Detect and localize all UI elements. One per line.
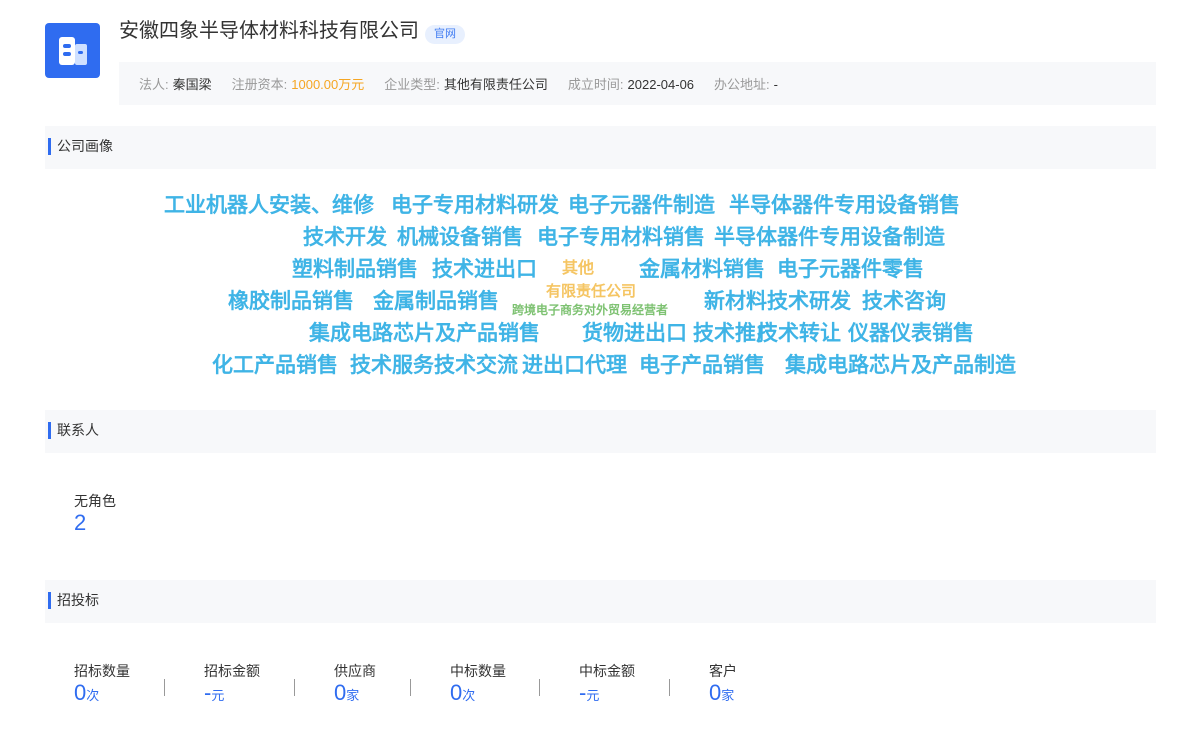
stat-value[interactable]: 0次	[74, 680, 130, 709]
word-cloud-tag: 技术咨询	[862, 289, 946, 313]
bidding-stat-win-amount: 中标金额 -元	[579, 662, 635, 709]
stat-divider	[539, 679, 540, 696]
stat-label: 中标数量	[450, 663, 506, 679]
stat-divider	[164, 679, 165, 696]
info-label: 成立时间:	[567, 77, 624, 92]
info-established-date: 成立时间: 2022-04-06	[568, 74, 694, 93]
word-cloud-tag: 半导体器件专用设备制造	[714, 225, 945, 249]
info-company-type: 企业类型: 其他有限责任公司	[384, 74, 548, 93]
word-cloud-tag: 电子产品销售	[639, 353, 765, 377]
section-title: 公司画像	[57, 138, 113, 154]
section-title: 招投标	[57, 592, 99, 608]
section-header-bidding: 招投标	[45, 580, 1156, 623]
stat-value[interactable]: 0次	[450, 680, 506, 709]
word-cloud-tag: 化工产品销售	[212, 353, 338, 377]
bidding-stat-tender-amount: 招标金额 -元	[204, 662, 260, 709]
word-cloud-tag: 有限责任公司	[546, 282, 637, 300]
word-cloud-tag: 技术转让	[757, 321, 841, 345]
stat-unit: 次	[462, 688, 476, 703]
official-site-badge[interactable]: 官网	[425, 25, 465, 44]
stat-label: 供应商	[334, 663, 376, 679]
bidding-stat-tender-count: 招标数量 0次	[74, 662, 130, 709]
company-info-bar: 法人: 秦国梁 注册资本: 1000.00万元 企业类型: 其他有限责任公司 成立时间…	[119, 62, 1156, 105]
company-logo	[45, 23, 100, 78]
section-header-contacts: 联系人	[45, 410, 1156, 453]
stat-unit: 家	[721, 688, 735, 703]
info-label: 法人:	[139, 77, 169, 92]
word-cloud-tag: 电子专用材料研发	[391, 193, 559, 217]
info-label: 注册资本:	[231, 77, 288, 92]
word-cloud-tag: 仪器仪表销售	[848, 321, 974, 345]
word-cloud-tag: 其他	[562, 258, 595, 277]
word-cloud-tag: 金属材料销售	[639, 257, 765, 281]
contacts-stat: 无角色 2	[74, 492, 116, 536]
word-cloud-tag: 进出口代理	[522, 353, 627, 377]
section-accent-bar	[48, 422, 51, 439]
word-cloud-tag: 技术交流	[434, 353, 518, 377]
word-cloud-tag: 集成电路芯片及产品销售	[309, 321, 540, 345]
stat-divider	[294, 679, 295, 696]
stat-label: 招标金额	[204, 663, 260, 679]
company-name: 安徽四象半导体材料科技有限公司	[119, 20, 419, 42]
word-cloud-tag: 集成电路芯片及产品制造	[785, 353, 1016, 377]
stat-value: -元	[204, 680, 260, 709]
section-header-portrait: 公司画像	[45, 126, 1156, 169]
stat-divider	[410, 679, 411, 696]
info-registered-capital: 注册资本: 1000.00万元	[232, 74, 365, 93]
word-cloud-tag: 技术进出口	[432, 257, 537, 281]
word-cloud-tag: 新材料技术研发	[704, 289, 851, 313]
info-value: 其他有限责任公司	[443, 77, 548, 92]
bidding-stat-suppliers: 供应商 0家	[334, 662, 376, 709]
word-cloud-tag: 工业机器人安装、维修	[164, 193, 374, 217]
stat-number: 0	[709, 680, 722, 705]
section-title: 联系人	[57, 422, 99, 438]
stat-value[interactable]: 0家	[334, 680, 376, 709]
building-icon	[58, 36, 87, 65]
info-value: -	[773, 77, 778, 92]
word-cloud-tag: 技术服务	[350, 353, 434, 377]
word-cloud-tag: 半导体器件专用设备销售	[729, 193, 960, 217]
stat-unit: 元	[586, 688, 600, 703]
info-office-address: 办公地址: -	[714, 74, 778, 93]
bidding-stat-win-count: 中标数量 0次	[450, 662, 506, 709]
info-value: 1000.00万元	[291, 77, 365, 92]
stat-label: 客户	[709, 663, 737, 679]
word-cloud-tag: 电子元器件零售	[777, 257, 924, 281]
stat-value[interactable]: 2	[74, 510, 116, 536]
stat-number: 0	[450, 680, 463, 705]
word-cloud-tag: 金属制品销售	[373, 289, 499, 313]
bidding-stat-customers: 客户 0家	[709, 662, 737, 709]
info-value: 2022-04-06	[627, 77, 695, 92]
word-cloud-tag: 机械设备销售	[397, 225, 523, 249]
section-accent-bar	[48, 592, 51, 609]
stat-label: 无角色	[74, 493, 116, 509]
stat-unit: 次	[86, 688, 100, 703]
word-cloud-tag: 电子元器件制造	[568, 193, 715, 217]
stat-number: 0	[74, 680, 87, 705]
stat-unit: 家	[346, 688, 360, 703]
stat-unit: 元	[211, 688, 225, 703]
info-label: 办公地址:	[714, 77, 770, 92]
business-scope-word-cloud: 工业机器人安装、维修 电子专用材料研发 电子元器件制造 半导体器件专用设备销售 …	[0, 0, 1200, 400]
info-legal-person: 法人: 秦国梁	[139, 74, 212, 93]
info-label: 企业类型:	[384, 77, 440, 92]
stat-value: -元	[579, 680, 635, 709]
info-value[interactable]: 秦国梁	[173, 77, 212, 92]
section-accent-bar	[48, 138, 51, 155]
word-cloud-tag: 技术开发	[303, 225, 387, 249]
word-cloud-tag: 货物进出口	[582, 321, 687, 345]
stat-label: 中标金额	[579, 663, 635, 679]
word-cloud-tag: 电子专用材料销售	[537, 225, 705, 249]
stat-divider	[669, 679, 670, 696]
word-cloud-tag: 塑料制品销售	[292, 257, 418, 281]
stat-value[interactable]: 0家	[709, 680, 737, 709]
stat-number: 0	[334, 680, 347, 705]
word-cloud-tag: 橡胶制品销售	[228, 289, 354, 313]
word-cloud-tag: 跨境电子商务对外贸易经营者	[512, 303, 669, 317]
stat-label: 招标数量	[74, 663, 130, 679]
